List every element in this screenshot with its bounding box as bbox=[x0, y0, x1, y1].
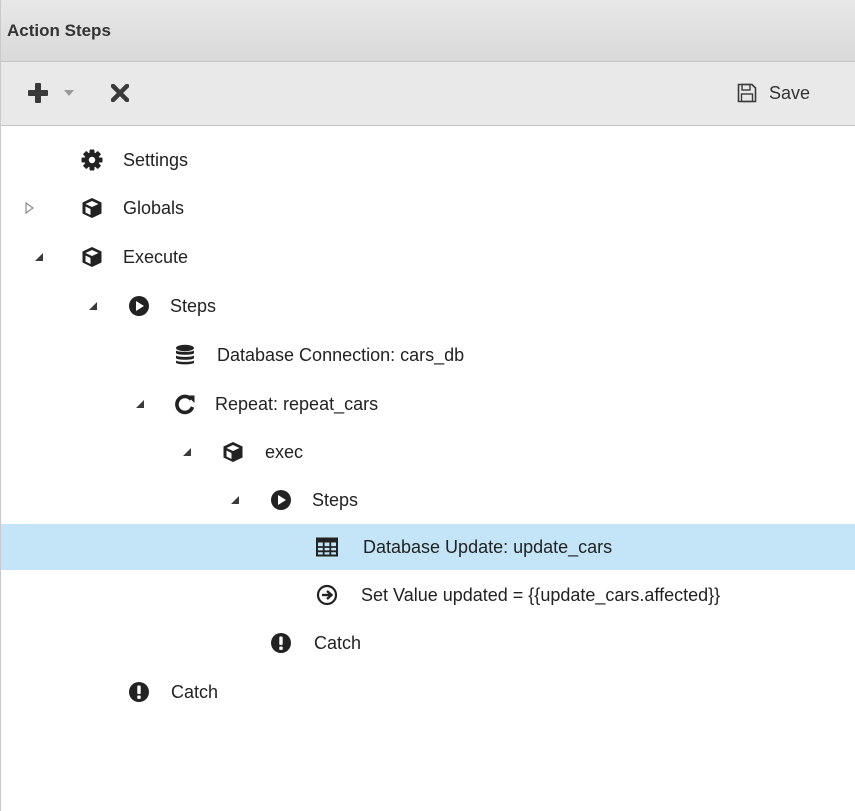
arrow-circle-right-icon bbox=[315, 583, 339, 607]
tree-node-label: Steps bbox=[312, 490, 359, 510]
tree-node-database-connection[interactable]: Database Connection: cars_db bbox=[1, 332, 855, 378]
plus-icon bbox=[28, 83, 48, 103]
tree-node-label: Database Update: update_cars bbox=[363, 537, 613, 557]
tree-node-database-update[interactable]: Database Update: update_cars bbox=[1, 524, 855, 570]
panel-title: Action Steps bbox=[7, 21, 111, 40]
exclamation-circle-icon bbox=[127, 680, 151, 704]
close-icon bbox=[111, 84, 129, 102]
table-icon bbox=[315, 535, 339, 559]
gear-icon bbox=[80, 148, 104, 172]
add-step-button[interactable] bbox=[23, 78, 53, 108]
expand-toggle-icon[interactable] bbox=[21, 199, 37, 217]
play-circle-icon bbox=[269, 488, 293, 512]
tree-node-label: Set Value updated = {{update_cars.affect… bbox=[361, 585, 721, 605]
collapse-toggle-icon[interactable] bbox=[31, 248, 47, 266]
tree-node-steps[interactable]: Steps bbox=[1, 477, 855, 523]
floppy-disk-icon bbox=[737, 83, 757, 103]
add-step-dropdown-button[interactable] bbox=[59, 80, 79, 106]
tree-node-steps[interactable]: Steps bbox=[1, 283, 855, 329]
tree-node-settings[interactable]: Settings bbox=[1, 137, 855, 183]
tree-node-catch[interactable]: Catch bbox=[1, 669, 855, 715]
tree-node-execute[interactable]: Execute bbox=[1, 234, 855, 280]
collapse-toggle-icon[interactable] bbox=[227, 491, 243, 509]
delete-step-button[interactable] bbox=[105, 78, 135, 108]
collapse-toggle-icon[interactable] bbox=[179, 443, 195, 461]
tree-node-catch[interactable]: Catch bbox=[1, 620, 855, 666]
panel-header: Action Steps bbox=[1, 0, 855, 62]
tree-node-exec[interactable]: exec bbox=[1, 429, 855, 475]
refresh-icon bbox=[173, 392, 197, 416]
save-label: Save bbox=[769, 82, 811, 103]
toolbar: Save bbox=[1, 62, 855, 126]
tree-node-label: Database Connection: cars_db bbox=[217, 345, 465, 365]
tree-node-label: Steps bbox=[170, 296, 217, 316]
save-button[interactable]: Save bbox=[737, 76, 849, 110]
cube-icon bbox=[80, 196, 104, 220]
cube-icon bbox=[221, 440, 245, 464]
database-icon bbox=[173, 343, 197, 367]
caret-down-icon bbox=[64, 90, 74, 96]
tree-node-label: Catch bbox=[314, 633, 362, 653]
tree-node-globals[interactable]: Globals bbox=[1, 185, 855, 231]
tree-node-label: Execute bbox=[123, 247, 189, 267]
tree-node-set-value[interactable]: Set Value updated = {{update_cars.affect… bbox=[1, 572, 855, 618]
tree-node-repeat[interactable]: Repeat: repeat_cars bbox=[1, 381, 855, 427]
play-circle-icon bbox=[127, 294, 151, 318]
tree-node-label: Repeat: repeat_cars bbox=[215, 394, 379, 414]
tree-node-label: Settings bbox=[123, 150, 189, 170]
action-steps-panel: Action Steps Save Settings Globals Execu… bbox=[0, 0, 855, 811]
exclamation-circle-icon bbox=[269, 631, 293, 655]
collapse-toggle-icon[interactable] bbox=[132, 395, 148, 413]
tree-node-label: Globals bbox=[123, 198, 185, 218]
cube-icon bbox=[80, 245, 104, 269]
tree-node-label: Catch bbox=[171, 682, 219, 702]
collapse-toggle-icon[interactable] bbox=[85, 297, 101, 315]
tree-node-label: exec bbox=[265, 442, 304, 462]
